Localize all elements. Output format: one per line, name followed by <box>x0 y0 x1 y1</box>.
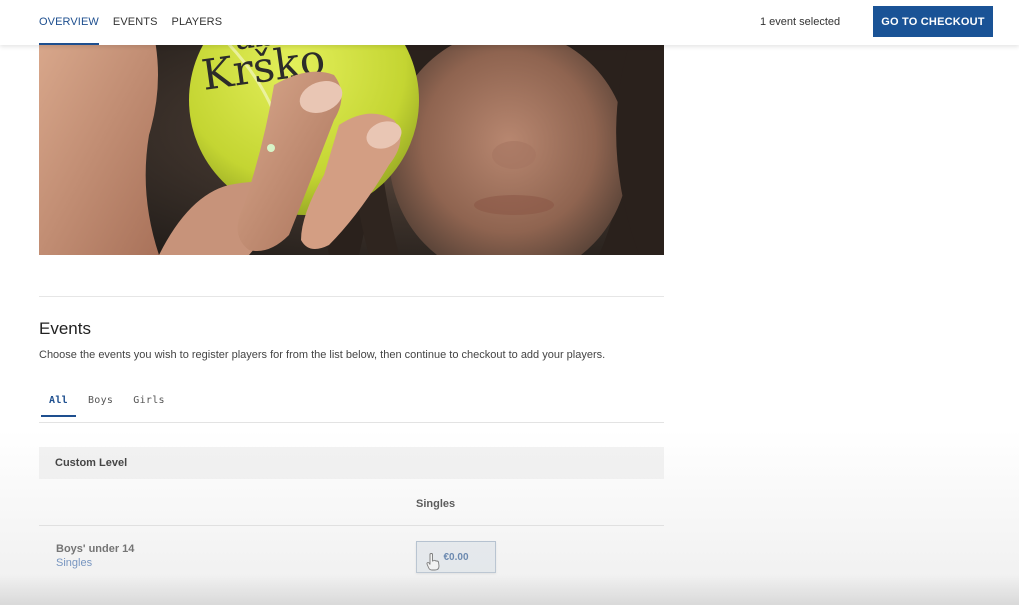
events-heading: Events <box>39 319 91 338</box>
main-nav: OVERVIEW EVENTS PLAYERS <box>39 0 222 45</box>
tab-girls[interactable]: Girls <box>123 393 175 417</box>
nav-players[interactable]: PLAYERS <box>172 0 223 45</box>
event-type-link[interactable]: Singles <box>56 557 92 569</box>
events-description: Choose the events you wish to register p… <box>39 349 606 361</box>
event-name: Boys' under 14 <box>56 543 135 555</box>
section-divider <box>39 296 664 297</box>
tab-boys[interactable]: Boys <box>78 393 123 417</box>
hero-image: Krško ub <box>39 45 664 255</box>
table-row-divider <box>39 525 664 526</box>
event-filter-tabs: All Boys Girls <box>39 393 175 417</box>
go-to-checkout-button[interactable]: GO TO CHECKOUT <box>873 6 993 37</box>
tab-all[interactable]: All <box>39 393 78 417</box>
tabs-divider <box>39 422 664 423</box>
event-group-header: Custom Level <box>39 447 664 479</box>
nav-overview[interactable]: OVERVIEW <box>39 0 99 45</box>
selected-events-count: 1 event selected <box>760 16 841 28</box>
top-navigation-bar: OVERVIEW EVENTS PLAYERS 1 event selected… <box>0 0 1019 45</box>
tennis-player-photo: Krško ub <box>39 45 664 255</box>
bottom-shadow <box>0 575 1019 605</box>
select-event-price-button[interactable]: €0.00 <box>416 541 496 573</box>
column-header-singles: Singles <box>416 498 456 510</box>
nav-events[interactable]: EVENTS <box>113 0 158 45</box>
